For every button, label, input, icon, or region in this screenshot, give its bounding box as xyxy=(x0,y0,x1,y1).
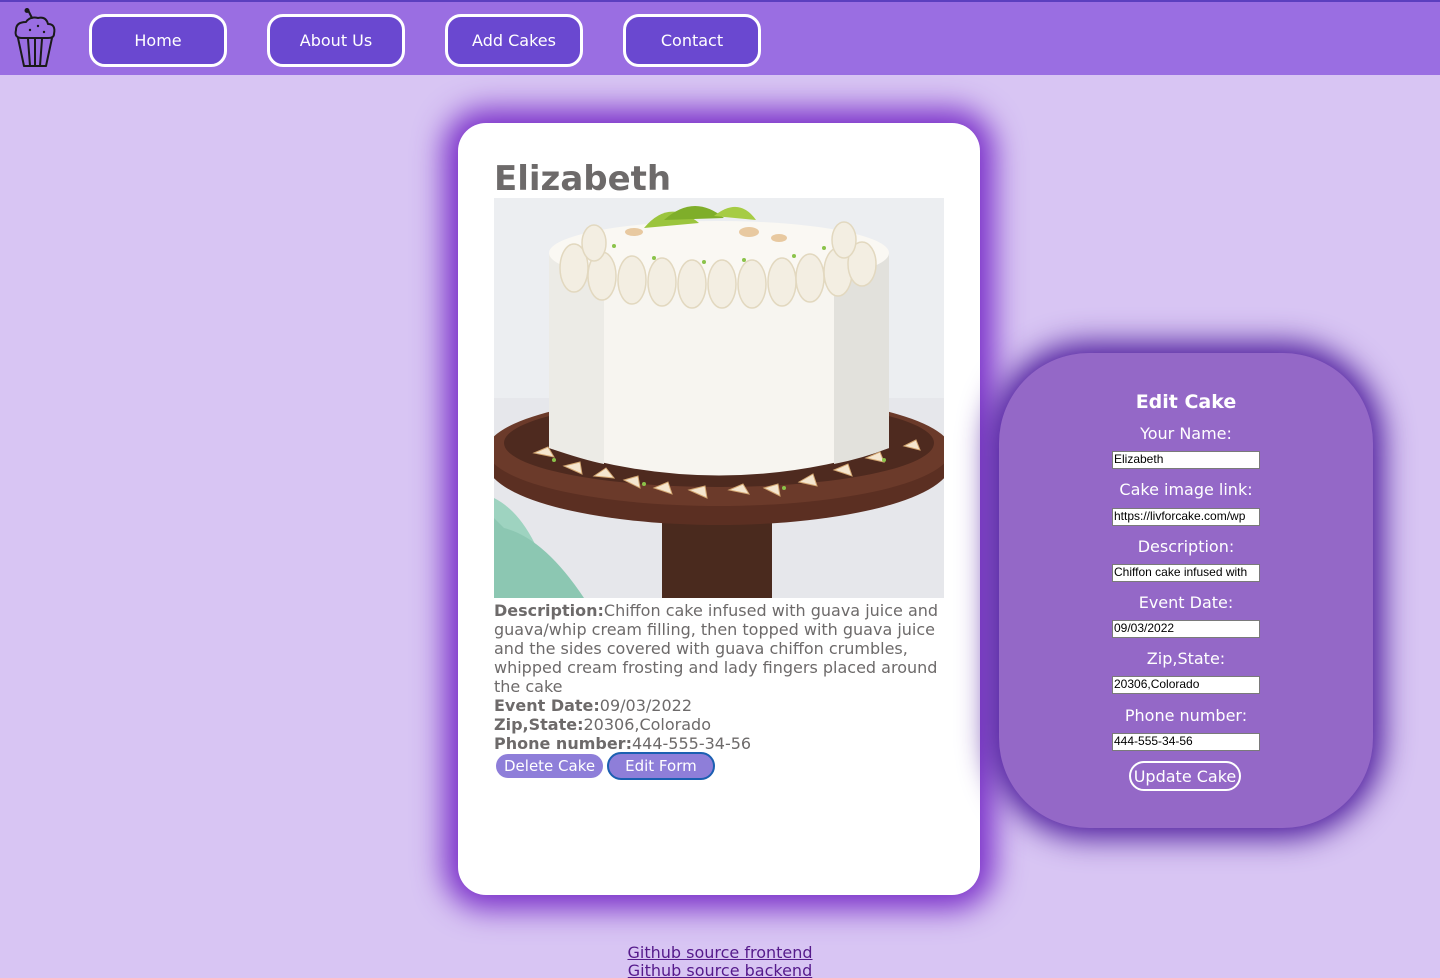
description-input[interactable]: Chiffon cake infused with xyxy=(1112,564,1260,582)
cake-details: Description:Chiffon cake infused with gu… xyxy=(494,601,944,753)
event-date-label: Event Date: xyxy=(494,696,600,715)
image-link-input[interactable]: https://livforcake.com/wp xyxy=(1112,508,1260,526)
event-date-value: 09/03/2022 xyxy=(599,696,693,715)
edit-cake-panel: Edit Cake Your Name: Elizabeth Cake imag… xyxy=(999,353,1373,828)
cupcake-icon[interactable] xyxy=(8,8,60,70)
cake-name: Elizabeth xyxy=(494,159,672,199)
nav-home-button[interactable]: Home xyxy=(89,14,227,67)
card-actions: Delete Cake Edit Form xyxy=(496,752,715,780)
edit-form-button[interactable]: Edit Form xyxy=(607,752,715,780)
event-date-field-label: Event Date: xyxy=(1138,593,1234,612)
name-label: Your Name: xyxy=(1140,424,1232,443)
cake-card: Elizabeth Description:Chiffon cake infus… xyxy=(458,123,980,895)
phone-row: Phone number:444-555-34-56 xyxy=(494,734,944,753)
zip-state-field-label: Zip,State: xyxy=(1146,649,1226,668)
cake-photo xyxy=(494,198,944,598)
delete-cake-button[interactable]: Delete Cake xyxy=(496,754,604,778)
image-link-label: Cake image link: xyxy=(1119,480,1253,499)
description-label: Description: xyxy=(494,601,604,620)
zip-state-label: Zip,State: xyxy=(494,715,584,734)
phone-input[interactable]: 444-555-34-56 xyxy=(1112,733,1260,751)
update-cake-button[interactable]: Update Cake xyxy=(1129,761,1241,791)
cake-image xyxy=(494,198,944,598)
nav-about-button[interactable]: About Us xyxy=(267,14,405,67)
phone-field-label: Phone number: xyxy=(1124,706,1248,725)
phone-label: Phone number: xyxy=(494,734,632,753)
zip-state-input[interactable]: 20306,Colorado xyxy=(1112,676,1260,694)
name-input[interactable]: Elizabeth xyxy=(1112,451,1260,469)
event-date-row: Event Date:09/03/2022 xyxy=(494,696,944,715)
description-row: Description:Chiffon cake infused with gu… xyxy=(494,601,944,696)
nav-contact-button[interactable]: Contact xyxy=(623,14,761,67)
event-date-input[interactable]: 09/03/2022 xyxy=(1112,620,1260,638)
description-field-label: Description: xyxy=(1137,537,1235,556)
zip-state-value: 20306,Colorado xyxy=(583,715,711,734)
github-frontend-link[interactable]: Github source frontend xyxy=(0,944,1440,962)
footer-links: Github source frontend Github source bac… xyxy=(0,944,1440,978)
github-backend-link[interactable]: Github source backend xyxy=(0,962,1440,978)
phone-value: 444-555-34-56 xyxy=(631,734,752,753)
nav-add-cakes-button[interactable]: Add Cakes xyxy=(445,14,583,67)
navbar: Home About Us Add Cakes Contact xyxy=(0,0,1440,75)
zip-state-row: Zip,State:20306,Colorado xyxy=(494,715,944,734)
edit-cake-title: Edit Cake xyxy=(1135,391,1237,413)
